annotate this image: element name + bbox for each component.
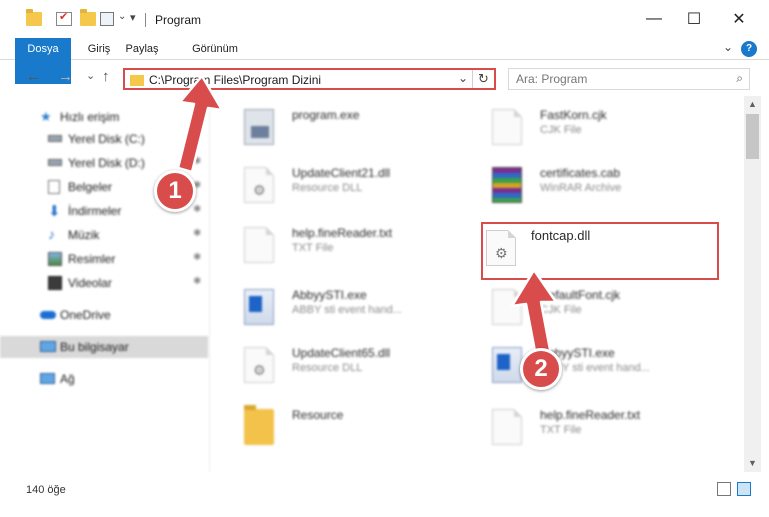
arrow-1 — [176, 74, 224, 174]
annotation-arrows — [176, 74, 558, 364]
step-2-badge: 2 — [520, 348, 562, 390]
step-1-badge: 1 — [154, 170, 196, 212]
